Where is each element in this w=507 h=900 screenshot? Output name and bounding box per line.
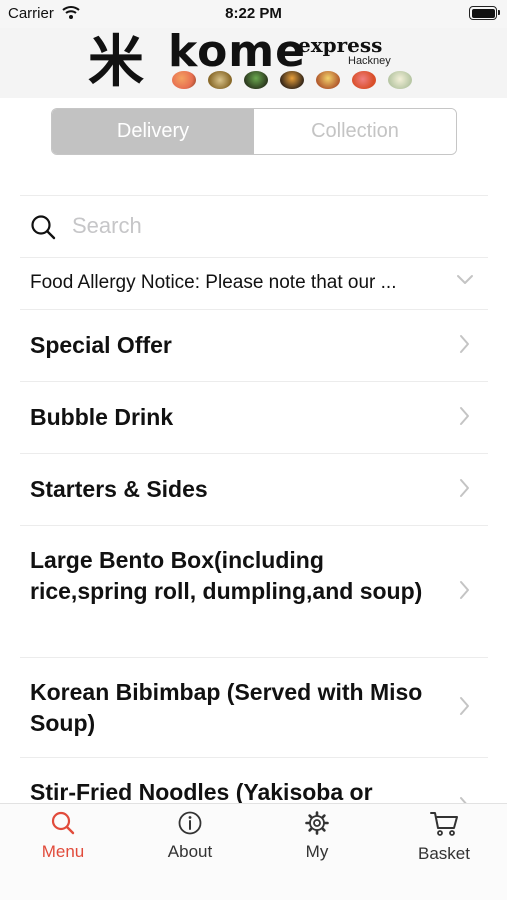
chevron-down-icon[interactable] xyxy=(456,272,474,290)
tab-menu[interactable]: Menu xyxy=(13,810,113,862)
chevron-right-icon xyxy=(458,696,470,721)
delivery-mode-selector: Delivery Collection xyxy=(51,108,457,155)
logo-sub-brand: express xyxy=(298,33,383,57)
category-row-large-bento-box[interactable]: Large Bento Box(including rice,spring ro… xyxy=(20,526,488,657)
allergy-notice[interactable]: Food Allergy Notice: Please note that ou… xyxy=(20,258,488,308)
battery-icon xyxy=(469,6,500,20)
status-bar: Carrier 8:22 PM xyxy=(0,0,507,28)
roll-icon xyxy=(208,71,232,89)
chevron-right-icon xyxy=(458,406,470,431)
category-label: Korean Bibimbap (Served with Miso Soup) xyxy=(30,679,423,736)
tab-basket[interactable]: Basket xyxy=(394,810,494,864)
category-label: Special Offer xyxy=(30,332,172,358)
tab-my-label: My xyxy=(305,842,329,861)
delivery-option[interactable]: Delivery xyxy=(52,109,254,154)
search-input[interactable] xyxy=(72,210,472,242)
category-label: Large Bento Box(including rice,spring ro… xyxy=(30,547,423,604)
logo-kanji: 米 xyxy=(88,29,144,95)
allergy-notice-text: Food Allergy Notice: Please note that ou… xyxy=(30,272,397,293)
category-label: Starters & Sides xyxy=(30,476,208,502)
chevron-right-icon xyxy=(458,334,470,359)
category-row-bubble-drink[interactable]: Bubble Drink xyxy=(20,382,488,453)
category-row-korean-bibimbap[interactable]: Korean Bibimbap (Served with Miso Soup) xyxy=(20,658,488,757)
restaurant-header: 米 kome express Hackney xyxy=(0,28,507,98)
tab-menu-label: Menu xyxy=(41,842,85,861)
tab-basket-label: Basket xyxy=(418,844,470,863)
logo-location: Hackney xyxy=(348,55,391,67)
food-illustrations xyxy=(172,71,412,89)
search-icon xyxy=(13,810,113,836)
search-bar xyxy=(20,196,488,256)
chevron-right-icon xyxy=(458,478,470,503)
logo-brand: kome xyxy=(168,26,306,77)
gear-icon xyxy=(267,810,367,836)
info-icon xyxy=(140,810,240,836)
category-label: Stir-Fried Noodles (Yakisoba or xyxy=(30,779,373,803)
category-label: Bubble Drink xyxy=(30,404,174,430)
noodle-bowl-icon xyxy=(280,71,304,89)
bowl-icon xyxy=(244,71,268,89)
sashimi-icon xyxy=(352,71,376,89)
category-row-starters-sides[interactable]: Starters & Sides xyxy=(20,454,488,525)
chevron-right-icon xyxy=(458,796,470,803)
ramen-icon xyxy=(316,71,340,89)
tab-about-label: About xyxy=(167,842,213,861)
tab-bar: Menu About My Basket xyxy=(0,803,507,900)
tab-about[interactable]: About xyxy=(140,810,240,862)
tab-my[interactable]: My xyxy=(267,810,367,862)
category-row-special-offer[interactable]: Special Offer xyxy=(20,310,488,381)
clock: 8:22 PM xyxy=(225,5,282,22)
chevron-right-icon xyxy=(458,580,470,605)
sushi-icon xyxy=(172,71,196,89)
cart-icon xyxy=(394,810,494,838)
category-row-stir-fried-noodles[interactable]: Stir-Fried Noodles (Yakisoba or xyxy=(20,758,488,803)
search-icon xyxy=(30,214,56,245)
collection-option[interactable]: Collection xyxy=(254,109,456,154)
dumpling-icon xyxy=(388,71,412,89)
